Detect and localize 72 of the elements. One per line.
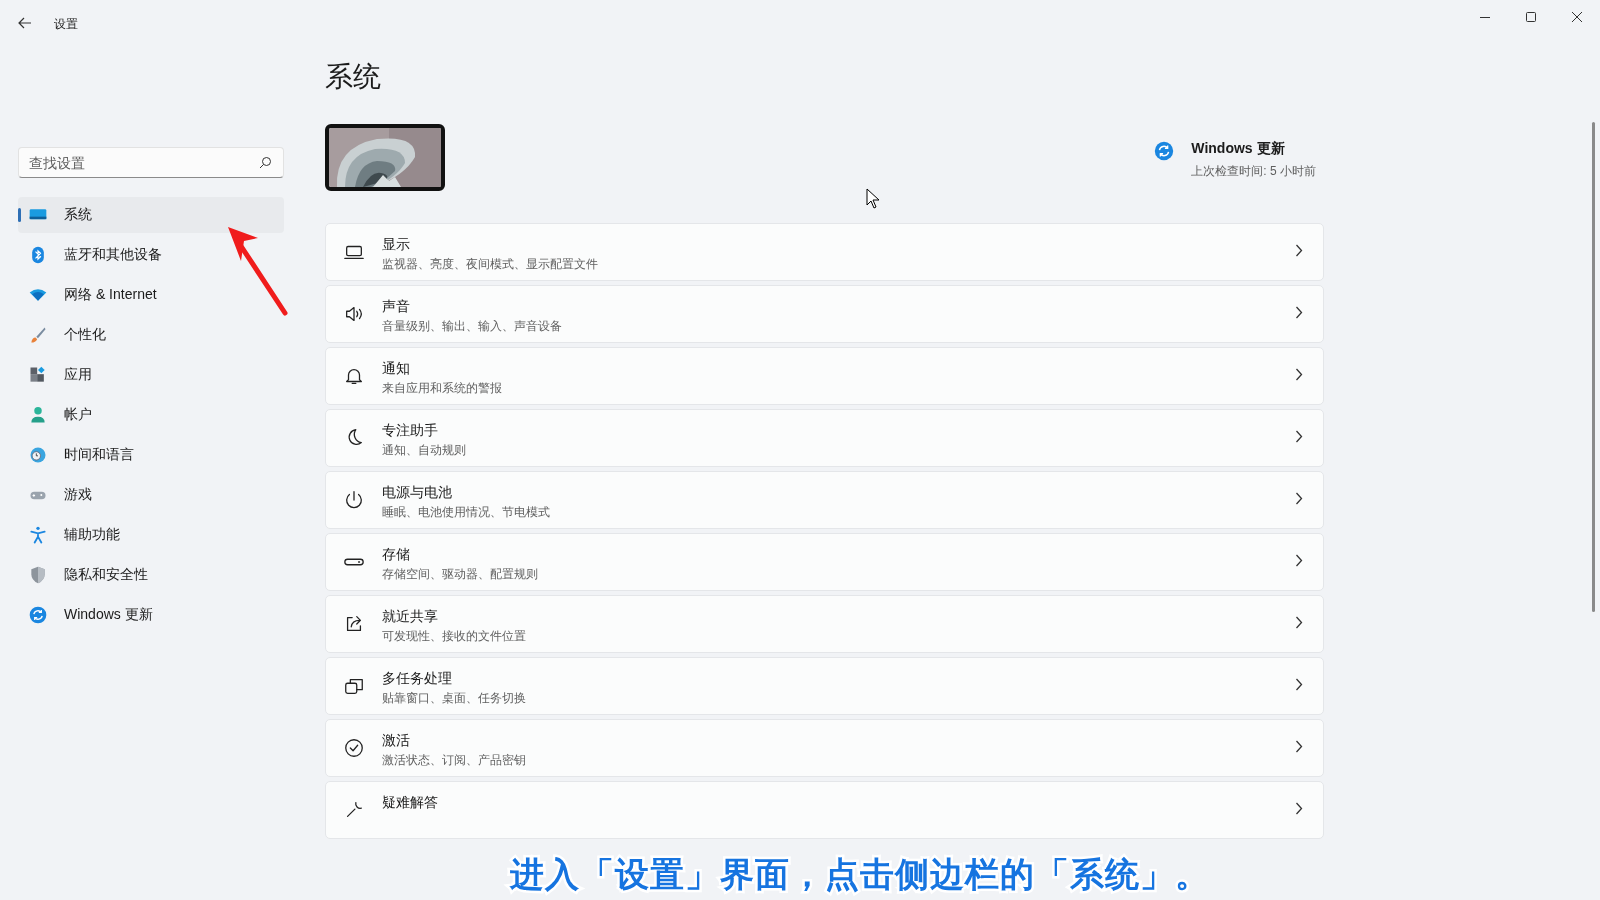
settings-row[interactable]: 电源与电池 睡眠、电池使用情况、节电模式 [325, 471, 1324, 529]
row-title: 就近共享 [382, 608, 439, 626]
settings-row[interactable]: 多任务处理 贴靠窗口、桌面、任务切换 [325, 657, 1324, 715]
sync-icon [28, 605, 48, 625]
row-subtitle: 存储空间、驱动器、配置规则 [382, 566, 539, 583]
row-title: 电源与电池 [382, 484, 453, 502]
chevron-right-icon [1295, 554, 1303, 567]
close-icon[interactable] [1572, 12, 1582, 22]
chevron-right-icon [1295, 802, 1303, 815]
video-caption: 进入「设置」界面，点击侧边栏的「系统」。 [508, 853, 1211, 895]
chevron-right-icon [1295, 430, 1303, 443]
mouse-cursor-icon [866, 188, 880, 209]
row-title: 通知 [382, 360, 411, 378]
row-title: 多任务处理 [382, 670, 453, 688]
sidebar-item[interactable]: 帐户 [18, 397, 284, 433]
shield-icon [28, 565, 48, 585]
sidebar-item[interactable]: 个性化 [18, 317, 284, 353]
settings-row[interactable]: 专注助手 通知、自动规则 [325, 409, 1324, 467]
settings-row[interactable]: 激活 激活状态、订阅、产品密钥 [325, 719, 1324, 777]
sidebar-item[interactable]: 网络 & Internet [18, 277, 284, 313]
accessibility-icon [28, 525, 48, 545]
chevron-right-icon [1295, 306, 1303, 319]
settings-row[interactable]: 声音 音量级别、输出、输入、声音设备 [325, 285, 1324, 343]
chevron-right-icon [1295, 678, 1303, 691]
settings-row[interactable]: 显示 监视器、亮度、夜间模式、显示配置文件 [325, 223, 1324, 281]
row-title: 专注助手 [382, 422, 439, 440]
search-icon [259, 156, 272, 169]
update-status: 上次检查时间: 5 小时前 [1191, 163, 1316, 180]
row-subtitle: 监视器、亮度、夜间模式、显示配置文件 [382, 256, 599, 273]
sidebar-item[interactable]: 时间和语言 [18, 437, 284, 473]
row-title: 声音 [382, 298, 411, 316]
row-subtitle: 可发现性、接收的文件位置 [382, 628, 527, 645]
search-field[interactable]: 查找设置 [18, 147, 284, 178]
chevron-right-icon [1295, 368, 1303, 381]
back-arrow-icon[interactable] [18, 17, 32, 29]
selection-indicator [18, 208, 21, 222]
row-title: 疑难解答 [382, 794, 439, 812]
check-circle-icon [343, 737, 365, 759]
settings-row[interactable]: 疑难解答 [325, 781, 1324, 839]
chevron-right-icon [1295, 492, 1303, 505]
row-subtitle: 来自应用和系统的警报 [382, 380, 503, 397]
page-title: 系统 [325, 60, 382, 94]
update-title[interactable]: Windows 更新 [1191, 140, 1316, 158]
person-icon [28, 405, 48, 425]
settings-row[interactable]: 通知 来自应用和系统的警报 [325, 347, 1324, 405]
sidebar-item[interactable]: 应用 [18, 357, 284, 393]
row-subtitle: 睡眠、电池使用情况、节电模式 [382, 504, 551, 521]
settings-row[interactable]: 存储 存储空间、驱动器、配置规则 [325, 533, 1324, 591]
sidebar-item[interactable]: Windows 更新 [18, 597, 284, 633]
row-subtitle: 贴靠窗口、桌面、任务切换 [382, 690, 527, 707]
row-subtitle: 音量级别、输出、输入、声音设备 [382, 318, 563, 335]
sync-icon [1153, 140, 1176, 162]
maximize-icon[interactable] [1526, 12, 1536, 22]
chevron-right-icon [1295, 740, 1303, 753]
sidebar-item[interactable]: 系统 [18, 197, 284, 233]
minimize-icon[interactable] [1480, 16, 1490, 18]
row-title: 显示 [382, 236, 411, 254]
settings-row[interactable]: 就近共享 可发现性、接收的文件位置 [325, 595, 1324, 653]
sidebar-item[interactable]: 游戏 [18, 477, 284, 513]
window-title: 设置 [54, 15, 78, 33]
power-icon [343, 489, 365, 511]
chevron-right-icon [1295, 244, 1303, 257]
globe-clock-icon [28, 445, 48, 465]
sidebar-item[interactable]: 隐私和安全性 [18, 557, 284, 593]
sidebar-item[interactable]: 辅助功能 [18, 517, 284, 553]
row-subtitle: 激活状态、订阅、产品密钥 [382, 752, 527, 769]
scrollbar[interactable] [1592, 122, 1595, 612]
row-subtitle: 通知、自动规则 [382, 442, 467, 459]
row-title: 存储 [382, 546, 411, 564]
chevron-right-icon [1295, 616, 1303, 629]
sidebar-item[interactable]: 蓝牙和其他设备 [18, 237, 284, 273]
row-title: 激活 [382, 732, 411, 750]
